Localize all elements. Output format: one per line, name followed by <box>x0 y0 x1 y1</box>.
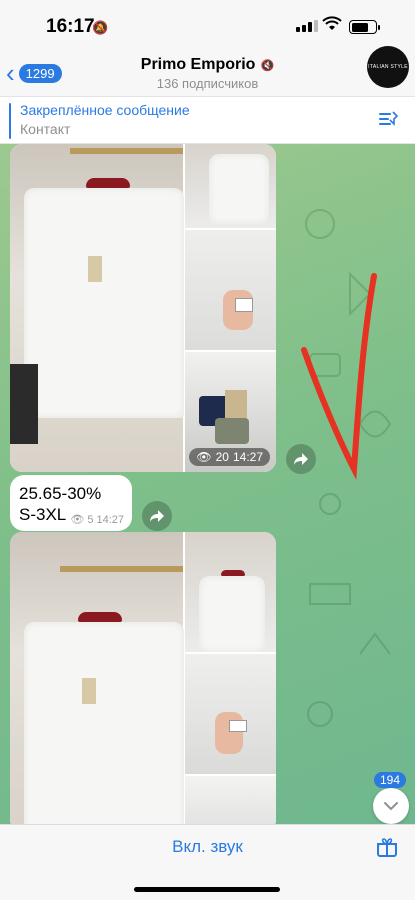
wifi-icon <box>322 16 342 30</box>
share-arrow-icon <box>150 510 164 522</box>
home-indicator <box>134 887 280 892</box>
channel-avatar[interactable]: ITALIAN STYLE <box>367 46 409 88</box>
photo-thumb[interactable] <box>185 654 276 774</box>
unmute-button[interactable]: Вкл. звук <box>0 837 415 857</box>
message-time: 14:27 <box>96 513 124 526</box>
photo-main[interactable] <box>10 144 184 472</box>
photo-thumb[interactable] <box>185 776 276 824</box>
photo-album[interactable] <box>10 532 276 824</box>
photo-thumb[interactable] <box>185 532 276 652</box>
battery-icon <box>349 20 380 34</box>
photo-thumb[interactable] <box>185 144 276 228</box>
message-time: 14:27 <box>232 450 263 464</box>
pinned-indicator <box>9 103 11 139</box>
avatar-logo-text: ITALIAN STYLE <box>368 64 408 70</box>
share-button[interactable] <box>142 501 172 531</box>
signal-icon <box>296 20 318 32</box>
photo-album[interactable]: 👁 20 14:27 <box>10 144 276 472</box>
chat-header: ‹ 1299 Primo Emporio 🔇 136 подписчиков I… <box>0 46 415 96</box>
views-count: 5 <box>87 513 94 526</box>
photo-main[interactable] <box>10 532 184 824</box>
message-line-discount: 25.65-30% <box>19 484 102 503</box>
photo-thumb[interactable]: 👁 20 14:27 <box>185 352 276 472</box>
subscriber-count: 136 подписчиков <box>156 76 259 91</box>
text-message[interactable]: 25.65-30% S-3XL 👁 5 14:27 <box>10 475 132 531</box>
pinned-text: Контакт <box>20 121 71 137</box>
status-bar: 16:17 🔕 <box>0 0 415 52</box>
share-arrow-icon <box>294 453 308 465</box>
muted-icon: 🔇 <box>257 60 275 72</box>
message-meta: 👁 5 14:27 <box>70 513 124 527</box>
pinned-title: Закреплённое сообщение <box>20 102 190 118</box>
channel-title: Primo Emporio <box>140 56 256 73</box>
chevron-down-icon <box>384 802 398 811</box>
views-count: 20 <box>215 450 229 464</box>
photo-thumb[interactable] <box>185 230 276 350</box>
album-meta: 👁 20 14:27 <box>189 448 270 466</box>
share-button[interactable] <box>286 444 316 474</box>
status-time: 16:17 <box>46 16 95 37</box>
scroll-down-button[interactable] <box>373 788 409 824</box>
chat-area[interactable]: 👁 20 14:27 25.65-30% S-3XL 👁 5 14:27 194 <box>0 144 415 824</box>
eye-icon: 👁 <box>196 450 212 464</box>
unread-badge: 194 <box>373 772 406 788</box>
gift-icon[interactable] <box>375 835 399 859</box>
mute-bell-icon: 🔕 <box>92 20 109 35</box>
channel-info[interactable]: Primo Emporio 🔇 136 подписчиков <box>0 56 415 91</box>
pinned-message[interactable]: Закреплённое сообщение Контакт <box>0 96 415 144</box>
pinned-list-icon[interactable] <box>377 109 399 131</box>
eye-icon: 👁 <box>70 514 85 526</box>
bottom-bar: Вкл. звук <box>0 824 415 900</box>
